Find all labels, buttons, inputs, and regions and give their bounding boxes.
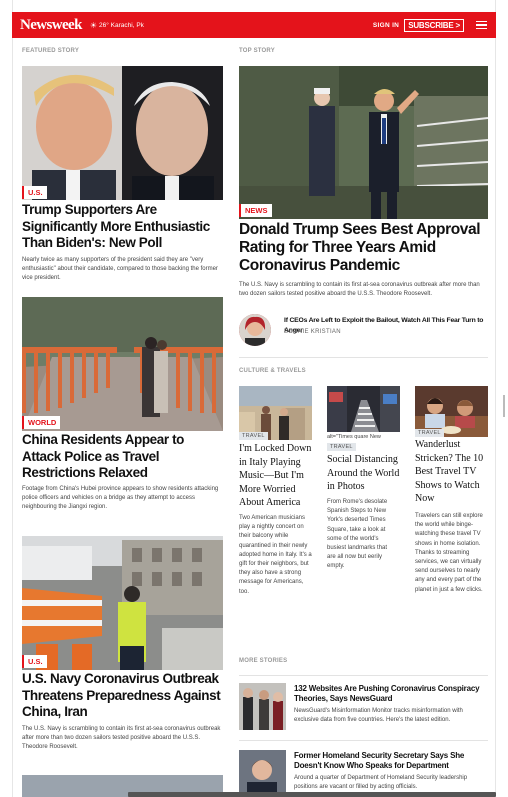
crowd-photo — [239, 683, 286, 730]
top-section-label: TOP STORY — [239, 48, 275, 54]
story-dek: Footage from China's Hubei province appe… — [22, 486, 219, 510]
bridge-photo — [22, 297, 223, 431]
story-image-bridge[interactable] — [22, 297, 223, 431]
sign-in-link[interactable]: SIGN IN — [373, 22, 399, 29]
story-tag[interactable]: U.S. — [22, 655, 47, 668]
top-story-tag[interactable]: NEWS — [239, 204, 272, 217]
divider — [239, 357, 488, 358]
travel-badge: TRAVEL — [415, 429, 444, 437]
vertical-scroll-handle[interactable] — [503, 395, 505, 417]
story-headline[interactable]: U.S. Navy Coronavirus Outbreak Threatens… — [22, 671, 223, 721]
author-portrait — [239, 314, 271, 346]
more-dek: Around a quarter of Department of Homela… — [294, 775, 468, 790]
author-avatar[interactable] — [239, 314, 271, 346]
culture-section-label: CULTURE & TRAVELS — [239, 368, 306, 374]
trump-salute-photo — [239, 66, 488, 219]
sun-icon: ☀ — [89, 20, 98, 30]
horizontal-scrollbar[interactable] — [128, 792, 496, 797]
more-section-label: MORE STORIES — [239, 658, 288, 664]
travel-badge: TRAVEL — [239, 432, 268, 440]
image-alt-text: alt="Times quare New — [327, 434, 381, 440]
divider — [239, 675, 488, 676]
culture-headline[interactable]: I'm Locked Down in Italy Playing Music—B… — [239, 442, 314, 510]
culture-headline[interactable]: Wanderlust Stricken? The 10 Best Travel … — [415, 438, 490, 506]
culture-image-times-square[interactable] — [327, 386, 400, 432]
story-headline[interactable]: Trump Supporters Are Significantly More … — [22, 202, 223, 252]
newsweek-logo[interactable]: Newsweek — [20, 17, 82, 34]
times-square-photo — [327, 386, 400, 432]
story-dek: The U.S. Navy is scrambling to contain i… — [22, 726, 221, 750]
top-story-dek: The U.S. Navy is scrambling to contain i… — [239, 282, 480, 297]
culture-headline[interactable]: Social Distancing Around the World in Ph… — [327, 453, 403, 494]
official-portrait — [239, 750, 286, 797]
top-story-headline[interactable]: Donald Trump Sees Best Approval Rating f… — [239, 221, 488, 275]
story-image-street[interactable] — [22, 536, 223, 670]
story-dek: Nearly twice as many supporters of the p… — [22, 257, 218, 281]
story-tag[interactable]: WORLD — [22, 416, 61, 429]
top-story-image[interactable] — [239, 66, 488, 219]
street-barricade-photo — [22, 536, 223, 670]
more-image-newsguard[interactable] — [239, 683, 286, 730]
culture-dek: From Rome's desolate Spanish Steps to Ne… — [327, 499, 388, 570]
divider — [239, 740, 488, 741]
culture-dek: Travelers can still explore the world wh… — [415, 513, 483, 593]
weather-text: 26° Karachi, Pk — [99, 21, 144, 29]
featured-section-label: FEATURED STORY — [22, 48, 80, 54]
header-bar: Newsweek ☀ 26° Karachi, Pk SIGN IN SUBSC… — [12, 12, 496, 38]
story-tag[interactable]: U.S. — [22, 186, 47, 199]
hamburger-menu-icon[interactable] — [476, 20, 487, 30]
more-headline[interactable]: Former Homeland Security Secretary Says … — [294, 751, 489, 770]
story-image-trump-biden[interactable] — [22, 66, 223, 200]
culture-dek: Two American musicians play a nightly co… — [239, 515, 312, 595]
weather-widget: ☀ 26° Karachi, Pk — [90, 21, 144, 30]
story-headline[interactable]: China Residents Appear to Attack Police … — [22, 432, 223, 482]
opinion-author[interactable]: BONNIE KRISTIAN — [284, 329, 341, 335]
more-image-homeland[interactable] — [239, 750, 286, 797]
more-headline[interactable]: 132 Websites Are Pushing Coronavirus Con… — [294, 684, 489, 703]
more-dek: NewsGuard's Misinformation Monitor track… — [294, 708, 463, 723]
trump-biden-photo — [22, 66, 223, 200]
travel-badge: TRAVEL — [327, 443, 356, 451]
subscribe-button[interactable]: SUBSCRIBE > — [404, 18, 464, 32]
